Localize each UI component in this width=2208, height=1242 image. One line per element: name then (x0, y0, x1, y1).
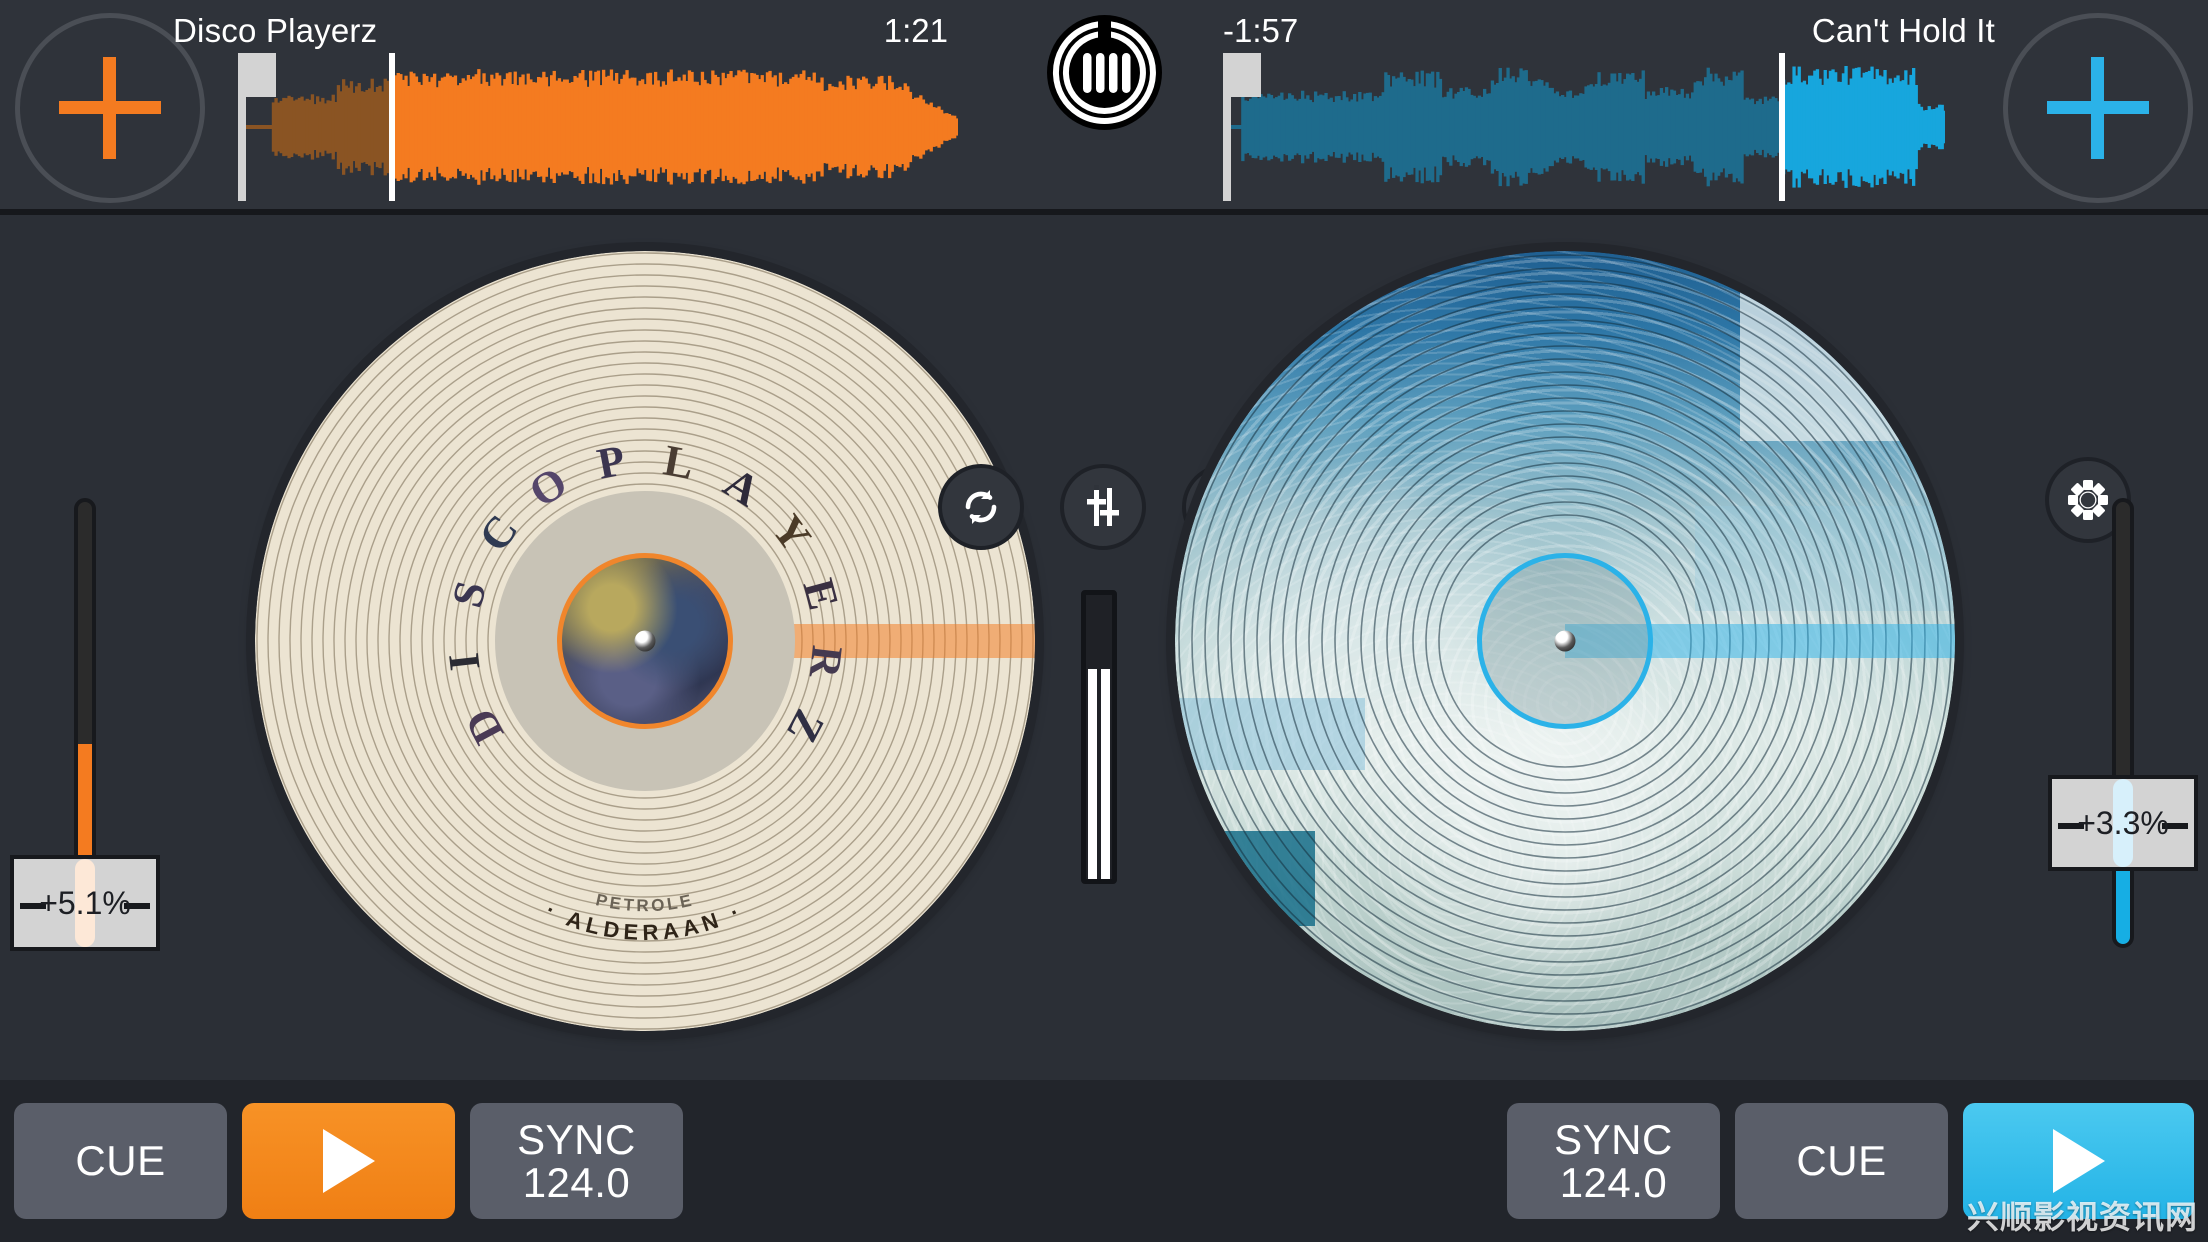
dj-app-root: Disco Playerz 1:21 Can't Hold It -1:57 +… (0, 0, 2208, 1242)
svg-text:S: S (442, 576, 496, 612)
cue-label: CUE (75, 1137, 166, 1184)
svg-text:L: L (660, 435, 698, 489)
svg-text:Z: Z (777, 702, 834, 751)
vu-bars (1086, 669, 1112, 879)
deck-b-cue-marker (1223, 53, 1231, 201)
waveform-header: Disco Playerz 1:21 Can't Hold It -1:57 (0, 0, 2208, 215)
eq-button[interactable] (1060, 464, 1146, 550)
svg-text:C: C (469, 506, 527, 561)
vu-bar-left (1088, 669, 1097, 879)
cue-button-deck-a[interactable]: CUE (14, 1103, 227, 1219)
svg-text:R: R (800, 643, 852, 681)
spindle-deck-b (1554, 630, 1576, 652)
plus-icon (59, 57, 161, 159)
deck-a-time: 1:21 (883, 12, 948, 49)
turntable-deck-b[interactable] (1175, 251, 1955, 1031)
bpm-value-deck-b: 124.0 (1559, 1159, 1668, 1206)
pitch-handle-deck-b[interactable]: +3.3% (2048, 775, 2198, 871)
svg-text:D: D (455, 701, 513, 752)
svg-text:PETROLE: PETROLE (594, 890, 696, 915)
app-logo[interactable] (1047, 15, 1162, 130)
play-icon (322, 1129, 375, 1193)
play-button-deck-a[interactable] (242, 1103, 455, 1219)
waveform-deck-a[interactable]: Disco Playerz 1:21 (173, 0, 958, 215)
play-icon (2052, 1129, 2105, 1193)
site-watermark: 兴顺影视资讯网 (1966, 1199, 2198, 1235)
vinyl-deck-a: DISCOPLAYERZ · ALDERAAN · PETROLE (255, 251, 1035, 1031)
load-track-deck-b-button[interactable] (2003, 13, 2193, 203)
decks-area: +5.1% DISCOPLAYERZ · ALDERAAN · PETROLE … (0, 215, 2208, 1242)
pitch-value-deck-a: +5.1% (39, 884, 131, 921)
bpm-value-deck-a: 124.0 (522, 1159, 631, 1206)
pitch-fader-deck-b[interactable]: +3.3% (2038, 498, 2208, 958)
pitch-fader-deck-a[interactable]: +5.1% (0, 498, 170, 958)
transport-bar: CUE SYNC 124.0 SYNC 124.0 CUE 兴顺影视资讯网 (0, 1080, 2208, 1242)
svg-text:O: O (521, 457, 576, 517)
svg-text:P: P (593, 436, 629, 489)
svg-text:I: I (439, 650, 490, 673)
deck-b-waveform-canvas (1223, 53, 1945, 201)
deck-a-playhead (389, 53, 395, 201)
sync-button-deck-b[interactable]: SYNC 124.0 (1507, 1103, 1720, 1219)
master-vu-meter (1081, 590, 1117, 884)
cue-button-deck-b[interactable]: CUE (1735, 1103, 1948, 1219)
deck-b-track-title: Can't Hold It (1811, 12, 1995, 49)
cue-label: CUE (1796, 1137, 1887, 1184)
deck-a-cue-flag (246, 53, 276, 97)
vu-bar-right (1101, 669, 1110, 879)
deck-a-track-title: Disco Playerz (173, 12, 378, 49)
pitch-handle-deck-a[interactable]: +5.1% (10, 855, 160, 951)
sync-label: SYNC (1554, 1115, 1673, 1163)
svg-text:Y: Y (762, 506, 820, 561)
deck-a-cue-marker (238, 53, 246, 201)
plus-icon (2047, 57, 2149, 159)
deck-b-time: -1:57 (1223, 12, 1299, 49)
deck-b-playhead (1779, 53, 1785, 201)
eq-sliders-icon (1087, 485, 1119, 526)
svg-text:A: A (715, 458, 768, 517)
sync-button-deck-a[interactable]: SYNC 124.0 (470, 1103, 683, 1219)
sync-label: SYNC (517, 1115, 636, 1163)
pitch-value-deck-b: +3.3% (2077, 804, 2169, 841)
vinyl-deck-b (1175, 251, 1955, 1031)
svg-text:E: E (793, 574, 848, 615)
spindle-deck-a (634, 630, 656, 652)
turntable-deck-a[interactable]: DISCOPLAYERZ · ALDERAAN · PETROLE (255, 251, 1035, 1031)
pitch-track-deck-b[interactable] (2112, 498, 2134, 948)
waveform-deck-b[interactable]: Can't Hold It -1:57 (1223, 0, 1995, 215)
deck-a-waveform-canvas (238, 53, 958, 201)
deck-b-cue-flag (1231, 53, 1261, 97)
